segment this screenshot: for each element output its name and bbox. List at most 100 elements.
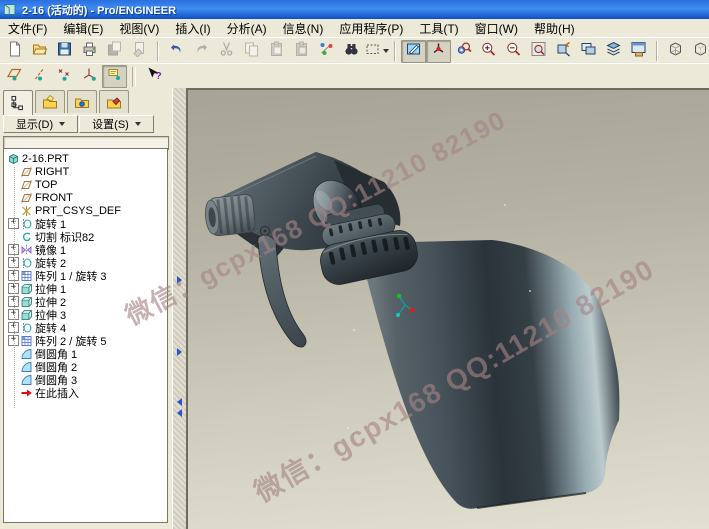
undo-button[interactable] xyxy=(164,40,189,63)
chevron-down-icon xyxy=(59,122,65,126)
menu-item[interactable]: 帮助(H) xyxy=(526,19,583,38)
copy-icon xyxy=(243,41,260,62)
redo-button[interactable] xyxy=(189,40,214,63)
button-label: 设置(S) xyxy=(92,116,129,132)
tree-item[interactable]: 在此插入 xyxy=(4,386,167,399)
tree-item[interactable]: +拉伸 1 xyxy=(4,282,167,295)
paste-icon xyxy=(268,41,285,62)
menu-item[interactable]: 编辑(E) xyxy=(55,19,111,38)
view-manager-button[interactable] xyxy=(626,40,651,63)
open-button[interactable] xyxy=(27,40,52,63)
point-display-button[interactable] xyxy=(52,65,77,88)
sash-collapse-icon[interactable] xyxy=(177,398,182,406)
csys-display-button[interactable] xyxy=(77,65,102,88)
menu-item[interactable]: 插入(I) xyxy=(167,19,218,38)
sash-expand-icon[interactable] xyxy=(177,276,182,284)
chevron-down-icon xyxy=(135,122,141,126)
wireframe-button[interactable] xyxy=(663,40,688,63)
tree-show-button[interactable]: 显示(D) xyxy=(3,115,78,133)
app-logo-icon[interactable] xyxy=(3,3,17,16)
toolbar-group xyxy=(0,40,154,63)
tree-item[interactable]: +阵列 2 / 旋转 5 xyxy=(4,334,167,347)
new-button[interactable] xyxy=(2,40,27,63)
paste-button[interactable] xyxy=(264,40,289,63)
orient-gear-button[interactable] xyxy=(451,40,476,63)
select-box-button[interactable] xyxy=(364,40,389,63)
tree-item[interactable]: RIGHT xyxy=(4,165,167,178)
menu-item[interactable]: 应用程序(P) xyxy=(331,19,411,38)
spray-bottle-model xyxy=(188,90,709,529)
refit-button[interactable] xyxy=(526,40,551,63)
annotation-display-button[interactable] xyxy=(102,65,127,88)
tree-item[interactable]: +拉伸 3 xyxy=(4,308,167,321)
repaint-button[interactable] xyxy=(401,40,426,63)
tree-item[interactable]: +拉伸 2 xyxy=(4,295,167,308)
axis-display-button[interactable] xyxy=(27,65,52,88)
undo-icon xyxy=(168,41,185,62)
save-button[interactable] xyxy=(52,40,77,63)
menu-item[interactable]: 视图(V) xyxy=(111,19,167,38)
print-icon xyxy=(81,41,98,62)
plane-display-button[interactable] xyxy=(2,65,27,88)
zoom-out-button[interactable] xyxy=(501,40,526,63)
window-title: 2-16 (活动的) - Pro/ENGINEER xyxy=(22,2,176,18)
toolbar-separator xyxy=(656,41,658,61)
tree-item[interactable]: +镜像 1 xyxy=(4,243,167,256)
find-icon xyxy=(343,41,360,62)
tab-favorites[interactable] xyxy=(67,90,97,113)
tree-item[interactable]: 切割 标识82 xyxy=(4,230,167,243)
chevron-down-icon xyxy=(383,49,389,53)
revolve-icon xyxy=(20,322,33,334)
point-display-icon xyxy=(56,66,73,87)
erase-icon xyxy=(131,41,148,62)
plane-icon xyxy=(20,192,33,204)
tree-item[interactable]: FRONT xyxy=(4,191,167,204)
cut-button[interactable] xyxy=(214,40,239,63)
menu-item[interactable]: 窗口(W) xyxy=(467,19,526,38)
save-icon xyxy=(56,41,73,62)
tab-connections[interactable] xyxy=(99,90,129,113)
find-button[interactable] xyxy=(339,40,364,63)
toolbar-row-2: ? xyxy=(0,63,709,90)
menu-item[interactable]: 文件(F) xyxy=(0,19,55,38)
hidden-line-icon xyxy=(692,41,709,62)
reorient-button[interactable] xyxy=(551,40,576,63)
layers-icon xyxy=(605,41,622,62)
tree-item[interactable]: TOP xyxy=(4,178,167,191)
zoom-in-button[interactable] xyxy=(476,40,501,63)
toolbar-separator xyxy=(157,41,159,61)
tree-item[interactable]: 倒圆角 3 xyxy=(4,373,167,386)
saved-views-button[interactable] xyxy=(576,40,601,63)
revolve-icon xyxy=(20,257,33,269)
print-button[interactable] xyxy=(77,40,102,63)
tree-item[interactable]: +阵列 1 / 旋转 3 xyxy=(4,269,167,282)
tree-item[interactable]: 倒圆角 2 xyxy=(4,360,167,373)
save-copy-button[interactable] xyxy=(102,40,127,63)
toolbar-separator xyxy=(132,67,136,87)
menu-item[interactable]: 信息(N) xyxy=(275,19,332,38)
tree-item-label: FRONT xyxy=(33,192,73,204)
tree-item[interactable]: PRT_CSYS_DEF xyxy=(4,204,167,217)
context-help-button[interactable]: ? xyxy=(141,65,166,88)
menu-item[interactable]: 工具(T) xyxy=(411,19,466,38)
sash-collapse-icon[interactable] xyxy=(177,409,182,417)
save-copy-icon xyxy=(106,41,123,62)
menu-item[interactable]: 分析(A) xyxy=(219,19,275,38)
layers-button[interactable] xyxy=(601,40,626,63)
hidden-line-button[interactable] xyxy=(688,40,709,63)
paste-special-button[interactable] xyxy=(289,40,314,63)
tree-item[interactable]: 2-16.PRT xyxy=(4,152,167,165)
graphics-viewport[interactable] xyxy=(186,88,709,529)
smart-select-button[interactable] xyxy=(314,40,339,63)
reorient-icon xyxy=(555,41,572,62)
proe-window: 2-16 (活动的) - Pro/ENGINEER 文件(F)编辑(E)视图(V… xyxy=(0,0,709,529)
tab-model-tree[interactable] xyxy=(3,90,33,115)
copy-button[interactable] xyxy=(239,40,264,63)
tree-item[interactable]: 倒圆角 1 xyxy=(4,347,167,360)
tree-settings-button[interactable]: 设置(S) xyxy=(79,115,154,133)
axis-display-icon xyxy=(31,66,48,87)
spin-center-button[interactable] xyxy=(426,40,451,63)
erase-button[interactable] xyxy=(127,40,152,63)
sash-expand-icon[interactable] xyxy=(177,348,182,356)
tab-folder[interactable] xyxy=(35,90,65,113)
